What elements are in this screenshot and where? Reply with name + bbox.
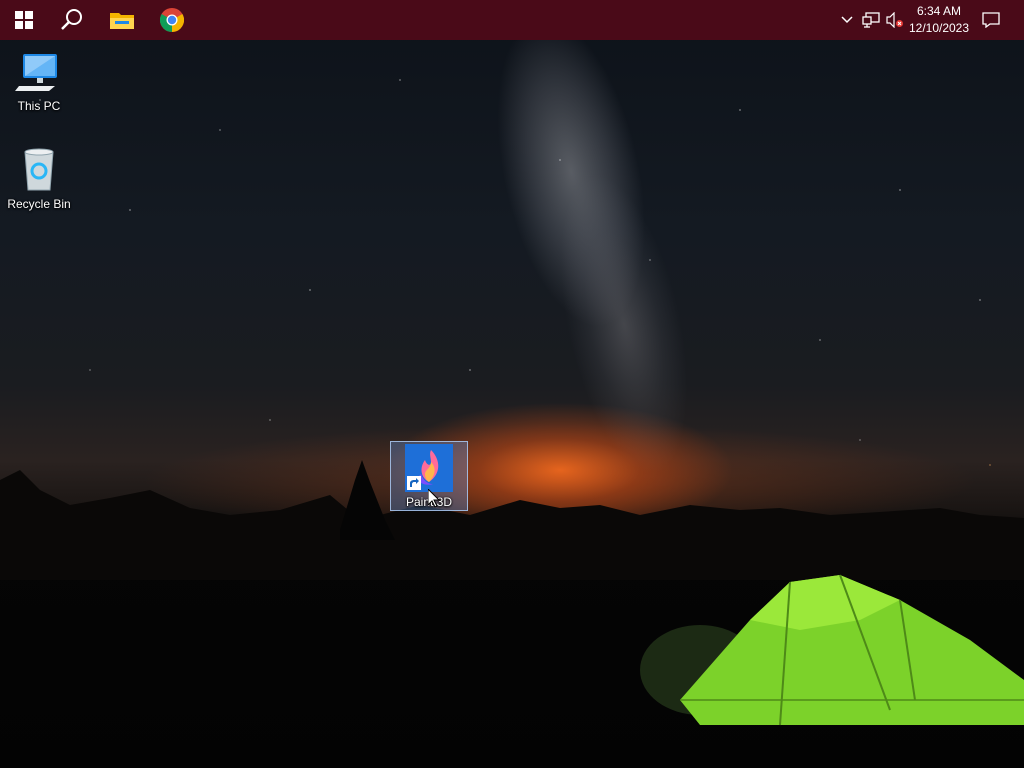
- desktop-icon-label: Recycle Bin: [7, 197, 71, 211]
- desktop-icon-recycle-bin[interactable]: Recycle Bin: [1, 146, 77, 211]
- folder-icon: [110, 13, 134, 29]
- show-hidden-icons-button[interactable]: [837, 10, 857, 30]
- mouse-cursor-icon: [428, 489, 440, 508]
- network-icon: [862, 12, 880, 28]
- action-center-button[interactable]: [981, 10, 1001, 30]
- chrome-icon: [160, 8, 184, 32]
- desktop-icon-label: This PC: [17, 99, 61, 113]
- file-explorer-button[interactable]: [98, 0, 146, 40]
- mountain-silhouette: [0, 460, 1024, 580]
- start-button[interactable]: [0, 0, 48, 40]
- notification-icon: [982, 12, 1000, 28]
- volume-muted-icon: [886, 12, 903, 28]
- green-tent: [640, 574, 1024, 726]
- computer-icon: [15, 48, 63, 96]
- chevron-up-icon: [841, 16, 853, 24]
- shortcut-arrow-icon: [407, 476, 421, 490]
- search-button[interactable]: [48, 0, 96, 40]
- volume-button[interactable]: [885, 10, 905, 30]
- search-icon: [61, 9, 82, 30]
- clock-date: 12/10/2023: [908, 21, 970, 35]
- paint3d-icon: [405, 444, 453, 492]
- desktop-icon-this-pc[interactable]: This PC: [1, 48, 77, 113]
- clock-time: 6:34 AM: [916, 4, 962, 18]
- recycle-bin-icon: [15, 146, 63, 194]
- clock[interactable]: 6:34 AM 12/10/2023: [904, 3, 974, 37]
- chrome-button[interactable]: [148, 0, 196, 40]
- taskbar: 6:34 AM 12/10/2023: [0, 0, 1024, 40]
- star-field: [0, 40, 1024, 520]
- desktop[interactable]: This PC Recycle Bin Paint 3D: [0, 0, 1024, 768]
- network-button[interactable]: [861, 10, 881, 30]
- windows-logo-icon: [15, 11, 33, 29]
